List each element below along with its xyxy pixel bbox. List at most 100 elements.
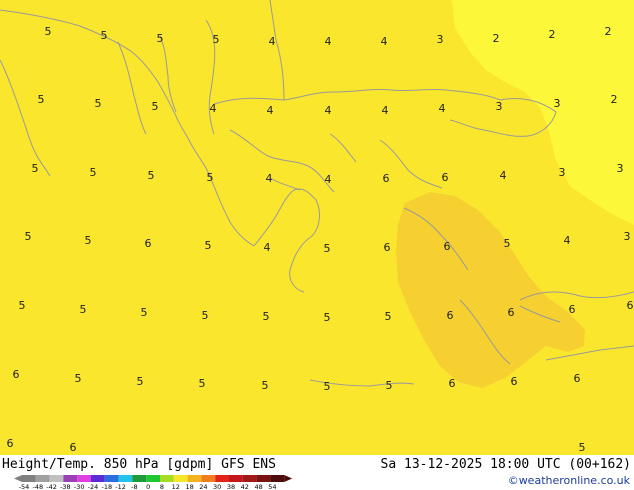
- contour-label: 6: [7, 437, 14, 450]
- legend-swatch: [118, 475, 133, 482]
- contour-label: 4: [500, 169, 507, 182]
- contour-label: 4: [381, 35, 388, 48]
- contour-label: 2: [611, 93, 618, 106]
- legend-tick-label: -8: [131, 483, 137, 490]
- contour-label: 5: [38, 93, 45, 106]
- legend-swatch: [49, 475, 64, 482]
- legend-swatch: [63, 475, 78, 482]
- legend-tick-label: -54: [19, 483, 30, 490]
- legend-swatch: [270, 475, 285, 482]
- legend-tick-label: 0: [146, 483, 150, 490]
- contour-label: 3: [496, 100, 503, 113]
- legend-swatch: [160, 475, 174, 482]
- contour-label: 6: [574, 372, 581, 385]
- contour-label: 5: [213, 33, 220, 46]
- contour-label: 3: [624, 230, 631, 243]
- contour-label: 2: [549, 28, 556, 41]
- contour-label: 6: [13, 368, 20, 381]
- legend-swatch: [35, 475, 50, 482]
- contour-label: 5: [32, 162, 39, 175]
- contour-label: 5: [101, 29, 108, 42]
- contour-label: 5: [80, 303, 87, 316]
- contour-label: 5: [85, 234, 92, 247]
- legend-swatch: [77, 475, 91, 482]
- legend-tick-label: -24: [88, 483, 99, 490]
- legend-tick-label: 38: [227, 483, 235, 490]
- contour-label: 3: [559, 166, 566, 179]
- legend-swatch: [242, 475, 257, 482]
- contour-label: 6: [70, 441, 77, 454]
- contour-label: 3: [554, 97, 561, 110]
- weather-map: 5 5 5 5 4 4 4 3 2 2 2 5 5 5 4 4 4 4 4 3 3 2 5 5 5 5 4 4 6 6 4 3 3 5 5 6 5 4 5 6…: [0, 0, 634, 455]
- contour-label: 5: [324, 311, 331, 324]
- contour-label: 5: [324, 242, 331, 255]
- contour-label: 2: [605, 25, 612, 38]
- contour-label: 6: [449, 377, 456, 390]
- contour-label: 6: [384, 241, 391, 254]
- legend-tick-label: 24: [199, 483, 207, 490]
- contour-label: 6: [444, 240, 451, 253]
- contour-label: 5: [95, 97, 102, 110]
- map-title: Height/Temp. 850 hPa [gdpm] GFS ENS: [2, 457, 276, 472]
- contour-label: 4: [269, 35, 276, 48]
- contour-label: 6: [145, 237, 152, 250]
- contour-label: 4: [382, 104, 389, 117]
- contour-label: 3: [437, 33, 444, 46]
- contour-label: 4: [325, 104, 332, 117]
- legend-tick-label: -38: [60, 483, 71, 490]
- legend-swatch: [256, 475, 271, 482]
- contour-label: 5: [324, 380, 331, 393]
- contour-label: 4: [564, 234, 571, 247]
- legend-swatch: [215, 475, 229, 482]
- legend-tick-label: 18: [185, 483, 193, 490]
- contour-label: 4: [439, 102, 446, 115]
- legend-tick-label: 30: [213, 483, 221, 490]
- footer: Height/Temp. 850 hPa [gdpm] GFS ENS Sa 1…: [0, 455, 634, 490]
- contour-label: 6: [442, 171, 449, 184]
- legend-tick-label: -12: [115, 483, 126, 490]
- contour-label: 5: [45, 25, 52, 38]
- contour-label: 4: [210, 102, 217, 115]
- contour-label: 5: [157, 32, 164, 45]
- contour-label: 6: [383, 172, 390, 185]
- contour-label: 5: [579, 441, 586, 454]
- contour-label: 6: [508, 306, 515, 319]
- contour-label: 5: [141, 306, 148, 319]
- contour-label: 5: [385, 310, 392, 323]
- legend-swatch: [146, 475, 160, 482]
- contour-label: 6: [511, 375, 518, 388]
- legend-swatch: [104, 475, 119, 482]
- contour-label: 5: [386, 379, 393, 392]
- contour-label: 2: [493, 32, 500, 45]
- legend-tick-label: -48: [32, 483, 43, 490]
- contour-label: 3: [617, 162, 624, 175]
- legend-tick-label: 54: [268, 483, 276, 490]
- contour-label: 5: [137, 375, 144, 388]
- legend-swatch: [22, 475, 36, 482]
- contour-label: 4: [325, 35, 332, 48]
- legend-swatch: [229, 475, 243, 482]
- valid-time: Sa 13-12-2025 18:00 UTC (00+162): [380, 457, 631, 472]
- contour-label: 5: [19, 299, 26, 312]
- contour-label: 5: [202, 309, 209, 322]
- contour-label: 4: [264, 241, 271, 254]
- legend-tick-label: 42: [241, 483, 249, 490]
- legend-arrow: [14, 475, 22, 482]
- contour-label: 5: [25, 230, 32, 243]
- contour-label: 5: [199, 377, 206, 390]
- contour-label: 6: [627, 299, 634, 312]
- legend-tick-label: -18: [101, 483, 112, 490]
- contour-label: 4: [325, 173, 332, 186]
- legend-swatch: [173, 475, 188, 482]
- contour-label: 5: [90, 166, 97, 179]
- legend-arrow: [284, 475, 293, 482]
- legend-tick-label: 12: [172, 483, 180, 490]
- site-credit[interactable]: ©weatheronline.co.uk: [508, 474, 630, 487]
- contour-label: 5: [148, 169, 155, 182]
- contour-label: 5: [207, 171, 214, 184]
- legend-tick-label: 48: [254, 483, 262, 490]
- legend-swatch: [91, 475, 105, 482]
- contour-label: 6: [569, 303, 576, 316]
- legend-tick-label: 8: [160, 483, 164, 490]
- contour-label: 5: [75, 372, 82, 385]
